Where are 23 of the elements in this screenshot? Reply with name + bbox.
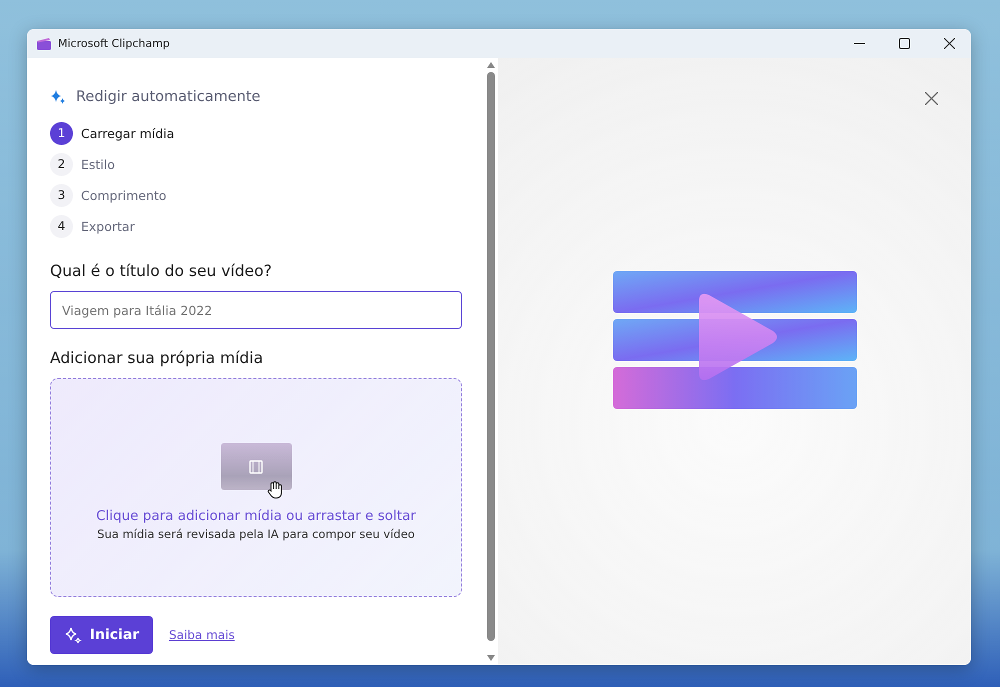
section-heading: Adicionar sua própria mídia [50,349,264,367]
step-item: 1 Carregar mídia [50,121,486,145]
window-title: Microsoft Clipchamp [58,37,170,50]
section-heading: Qual é o título do seu vídeo? [50,262,273,280]
step-item: 4 Exportar [50,214,486,238]
panel-heading: Redigir automaticamente [76,89,260,105]
step-item: 2 Estilo [50,152,486,176]
start-button[interactable]: Iniciar [50,616,153,654]
title-input-field[interactable]: Viagem para Itália 2022 [50,291,462,329]
film-icon [249,460,263,474]
dropzone-subtitle: Sua mídia será revisada pela IA para compor seu vídeo [97,527,415,541]
sparkle-icon [64,626,82,644]
clapperboard-icon [37,38,51,50]
sparkle-icon [50,89,66,105]
maximize-icon[interactable] [899,38,910,49]
scroll-up-icon[interactable] [487,62,495,68]
learn-more-link[interactable]: Saiba mais [169,628,235,642]
scroll-down-icon[interactable] [487,655,495,661]
close-icon[interactable] [944,38,955,49]
step-item: 3 Comprimento [50,183,486,207]
scrollbar-thumb[interactable] [487,72,495,641]
dropzone-title: Clique para adicionar mídia ou arrastar e soltar [96,508,416,524]
media-dropzone[interactable]: Clique para adicionar mídia ou arrastar e soltar Sua mídia será revisada pela IA para compor seu vídeo [50,378,462,597]
